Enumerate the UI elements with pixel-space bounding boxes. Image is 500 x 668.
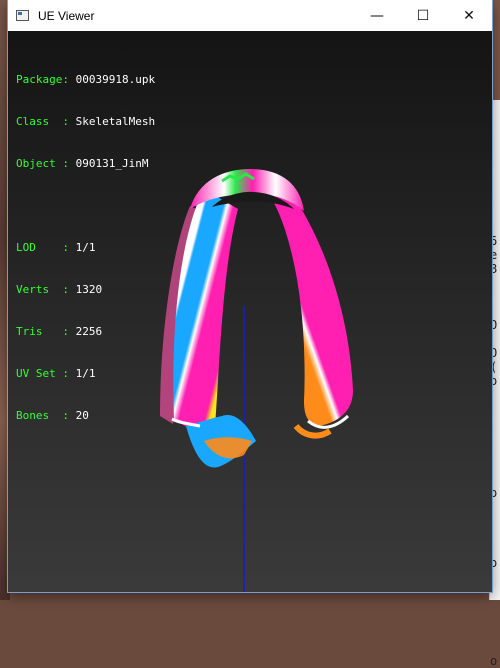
window-app-icon	[16, 10, 29, 21]
info-value: 00039918.upk	[75, 73, 156, 86]
info-value: SkeletalMesh	[75, 115, 156, 128]
info-label: Package:	[16, 73, 76, 86]
info-row-object: Object : 090131_JinM	[16, 157, 155, 171]
stat-value: 1320	[75, 283, 103, 296]
stat-label: Tris :	[16, 325, 76, 338]
window-title: UE Viewer	[38, 8, 95, 23]
stat-row-lod: LOD : 1/1	[16, 241, 155, 255]
minimize-icon: —	[370, 7, 384, 24]
close-button[interactable]: ✕	[446, 0, 492, 31]
stat-value: 1/1	[75, 241, 96, 254]
stat-label: Bones :	[16, 409, 76, 422]
info-row-package: Package: 00039918.upk	[16, 73, 155, 87]
stat-value: 1/1	[75, 367, 96, 380]
maximize-icon: ☐	[416, 7, 430, 24]
stat-row-bones: Bones : 20	[16, 409, 155, 423]
info-value: 090131_JinM	[75, 157, 149, 170]
stat-label: UV Set :	[16, 367, 76, 380]
stat-row-tris: Tris : 2256	[16, 325, 155, 339]
close-icon: ✕	[463, 7, 475, 24]
stat-row-verts: Verts : 1320	[16, 283, 155, 297]
3d-viewport[interactable]: Package: 00039918.upk Class : SkeletalMe…	[8, 31, 492, 592]
info-label: Object :	[16, 157, 76, 170]
info-row-class: Class : SkeletalMesh	[16, 115, 155, 129]
minimize-button[interactable]: —	[354, 0, 400, 31]
title-bar[interactable]: UE Viewer — ☐ ✕	[8, 0, 492, 31]
stat-label: LOD :	[16, 241, 76, 254]
stat-value: 20	[75, 409, 89, 422]
scarf-right-side	[270, 191, 353, 426]
info-label: Class :	[16, 115, 76, 128]
stat-label: Verts :	[16, 283, 76, 296]
maximize-button[interactable]: ☐	[400, 0, 446, 31]
mesh-info-overlay: Package: 00039918.upk Class : SkeletalMe…	[16, 45, 155, 451]
stat-value: 2256	[75, 325, 103, 338]
ue-viewer-window: UE Viewer — ☐ ✕ Package: 00039918.upk Cl…	[8, 0, 492, 592]
window-controls: — ☐ ✕	[354, 0, 492, 31]
stat-row-uvset: UV Set : 1/1	[16, 367, 155, 381]
